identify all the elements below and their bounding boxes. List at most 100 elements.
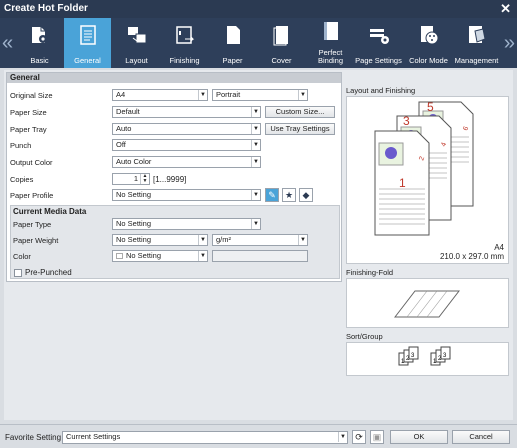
chevron-down-icon: ▼ [251,219,260,229]
fold-preview [346,278,509,328]
color-select[interactable]: No Setting ▼ [112,250,208,262]
copies-value: 1 [133,174,138,183]
tab-label: Page Settings [355,56,402,65]
paper-tray-select[interactable]: Auto ▼ [112,123,261,135]
preview-panel: Layout and Finishing 5 6 3 4 1 2 A4 210.… [344,72,511,418]
fold-drawing [393,290,461,318]
sort-preview: 1 2 3 1 2 3 [346,342,509,376]
weight-unit-value: g/m² [216,235,231,244]
window-title: Create Hot Folder [4,3,88,14]
tab-color-mode[interactable]: Color Mode [405,18,452,68]
page-settings-icon [369,29,389,44]
chevron-down-icon: ▼ [251,107,260,117]
tag-icon[interactable]: ◆ [299,188,313,202]
cancel-button[interactable]: Cancel [452,430,510,444]
color-value: No Setting [126,251,162,260]
original-size-value: A4 [116,90,126,99]
paper-weight-select[interactable]: No Setting ▼ [112,234,208,246]
main-content: General Original Size A4 ▼ Portrait ▼ Pa… [4,70,513,420]
general-header: General [7,73,341,83]
binding-icon [323,22,338,40]
tab-layout[interactable]: Layout [113,18,160,68]
paper-tray-label: Paper Tray [10,125,47,134]
ok-button[interactable]: OK [390,430,448,444]
media-header: Current Media Data [13,207,87,216]
general-panel: General Original Size A4 ▼ Portrait ▼ Pa… [6,72,342,282]
folder-gear-icon [31,27,47,43]
paper-type-label: Paper Type [13,220,52,229]
output-color-label: Output Color [10,158,53,167]
original-size-select[interactable]: A4 ▼ [112,89,208,101]
tab-label: General [74,56,101,65]
paper-profile-value: No Setting [116,190,152,199]
page-number: 5 [427,100,434,114]
tab-perfect-binding[interactable]: Perfect Binding [307,18,354,68]
tab-label: Basic [30,56,49,65]
paper-size-dims: 210.0 x 297.0 mm [439,252,504,261]
profile-edit-icon[interactable]: ✎ [265,188,279,202]
paper-size-label: Paper Size [10,108,47,117]
sort-drawing: 1 2 3 1 2 3 [398,346,451,366]
copies-label: Copies [10,175,34,184]
layout-preview-drawing: 5 6 3 4 1 2 [374,100,474,236]
paper-size-value: Default [116,107,140,116]
paper-profile-select[interactable]: No Setting ▼ [112,189,261,201]
tab-page-settings[interactable]: Page Settings [355,18,402,68]
tab-cover[interactable]: Cover [258,18,305,68]
tab-label: Perfect Binding [317,48,344,65]
tabs-next-icon[interactable]: » [504,32,515,55]
finishing-fold-label: Finishing-Fold [346,268,394,277]
punch-label: Punch [10,141,32,150]
tab-label: Management [454,56,499,65]
pre-punched-checkbox[interactable] [14,269,22,277]
tab-paper[interactable]: Paper [209,18,256,68]
tab-management[interactable]: Management [453,18,500,68]
management-icon [468,26,486,43]
title-bar: Create Hot Folder ✕ [0,0,517,18]
copies-stepper[interactable]: 1 ▲ ▼ [112,173,150,185]
refresh-icon[interactable]: ⟳ [352,430,366,444]
weight-unit-select[interactable]: g/m² ▼ [212,234,308,246]
layout-preview: 5 6 3 4 1 2 A4 210.0 x 297.0 mm [346,96,509,264]
chevron-down-icon: ▼ [198,235,207,245]
star-icon[interactable]: ★ [282,188,296,202]
tab-label: Finishing [169,56,200,65]
media-section: Current Media Data Paper Type No Setting… [10,205,340,279]
chevron-down-icon: ▼ [251,140,260,150]
favorite-setting-select[interactable]: Current Settings ▼ [62,431,348,444]
stepper-arrows-icon[interactable]: ▲ ▼ [140,174,149,184]
chevron-down-icon: ▼ [298,235,307,245]
punch-value: Off [116,140,126,149]
tab-label: Paper [222,56,243,65]
close-icon[interactable]: ✕ [500,1,511,17]
paper-size-select[interactable]: Default ▼ [112,106,261,118]
chevron-down-icon: ▼ [298,90,307,100]
page-number: 3 [403,114,410,128]
chevron-down-icon: ▼ [251,190,260,200]
tab-bar: « Basic General Layout Finishing Paper C… [0,18,517,68]
chevron-down-icon: ▼ [198,90,207,100]
paper-size-name: A4 [494,243,504,252]
paper-type-select[interactable]: No Setting ▼ [112,218,261,230]
page-number: 1 [399,176,406,190]
sort-group-label: Sort/Group [346,332,383,341]
original-size-label: Original Size [10,91,53,100]
paper-weight-label: Paper Weight [13,236,59,245]
tabs-prev-icon[interactable]: « [2,32,13,55]
save-icon[interactable]: ▣ [370,430,384,444]
output-color-select[interactable]: Auto Color ▼ [112,156,261,168]
paper-profile-label: Paper Profile [10,191,54,200]
punch-select[interactable]: Off ▼ [112,139,261,151]
paper-icon [226,26,240,44]
custom-size-button[interactable]: Custom Size... [265,106,335,118]
tab-general[interactable]: General [64,18,111,68]
tab-label: Layout [125,56,148,65]
orientation-select[interactable]: Portrait ▼ [212,89,308,101]
tab-basic[interactable]: Basic [16,18,63,68]
output-color-value: Auto Color [116,157,152,166]
cover-icon [273,26,288,46]
tab-finishing[interactable]: Finishing [161,18,208,68]
color-label: Color [13,252,31,261]
copies-range: [1...9999] [153,175,187,184]
use-tray-settings-button[interactable]: Use Tray Settings [265,123,335,135]
